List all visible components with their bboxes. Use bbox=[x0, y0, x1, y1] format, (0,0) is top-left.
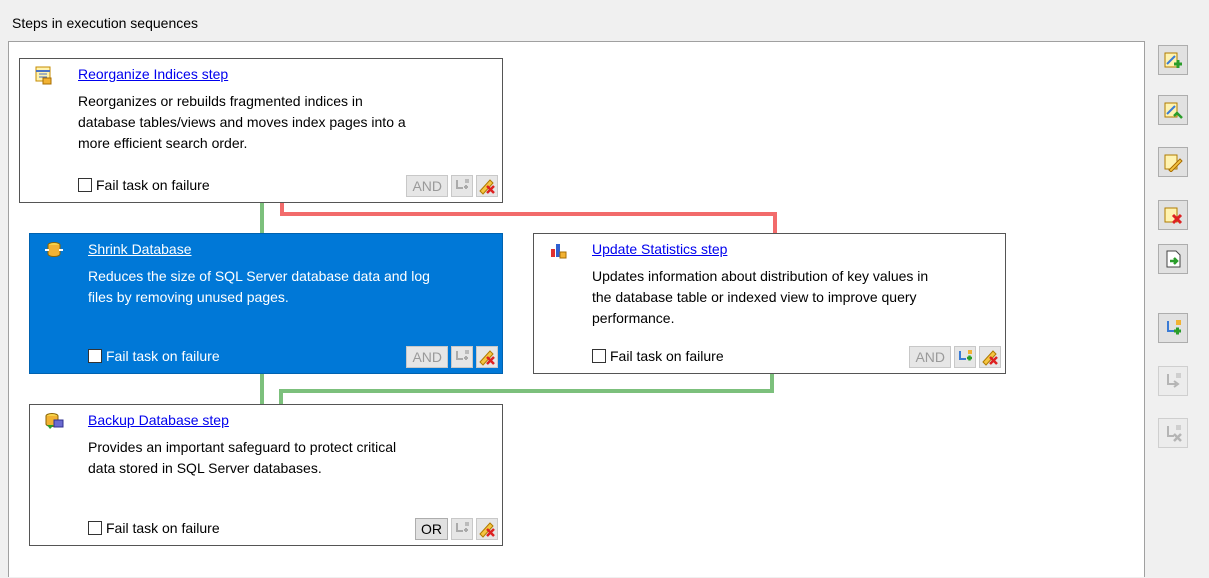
step-buttons: AND bbox=[406, 175, 498, 197]
fail-task-label: Fail task on failure bbox=[106, 348, 220, 364]
edit-step-icon bbox=[1164, 102, 1183, 119]
add-link-toolbar-button[interactable] bbox=[1158, 313, 1188, 343]
step-title-link[interactable]: Backup Database step bbox=[88, 412, 229, 428]
add-link-icon bbox=[1167, 320, 1181, 335]
delete-step-button[interactable] bbox=[979, 346, 1001, 368]
step-buttons: OR bbox=[415, 518, 498, 540]
edit-step-button[interactable] bbox=[1158, 95, 1188, 125]
delete-step-icon bbox=[479, 350, 495, 366]
step-description: Provides an important safeguard to prote… bbox=[88, 439, 397, 476]
delete-link-button[interactable] bbox=[1158, 418, 1188, 448]
fail-task-checkbox[interactable]: Fail task on failure bbox=[88, 348, 220, 364]
export-step-button[interactable] bbox=[1158, 244, 1188, 274]
fail-task-label: Fail task on failure bbox=[96, 177, 210, 193]
step-buttons: AND bbox=[406, 346, 498, 368]
delete-step-icon bbox=[982, 350, 998, 366]
modify-step-button[interactable] bbox=[1158, 147, 1188, 177]
fail-task-checkbox[interactable]: Fail task on failure bbox=[78, 177, 210, 193]
delete-link-icon bbox=[1167, 425, 1182, 442]
fail-task-label: Fail task on failure bbox=[106, 520, 220, 536]
checkbox-box[interactable] bbox=[88, 521, 102, 535]
add-link-icon bbox=[456, 179, 469, 189]
delete-step-button[interactable] bbox=[476, 346, 498, 368]
fail-task-label: Fail task on failure bbox=[610, 348, 724, 364]
add-link-icon bbox=[456, 350, 469, 360]
delete-step-button[interactable] bbox=[476, 175, 498, 197]
checkbox-box[interactable] bbox=[88, 349, 102, 363]
step-card-reorganize-indices[interactable]: Reorganize Indices step Reorganizes or r… bbox=[19, 58, 503, 203]
delete-step-button[interactable] bbox=[476, 518, 498, 540]
step-card-update-statistics[interactable]: Update Statistics step Updates informati… bbox=[533, 233, 1006, 374]
step-description: Reorganizes or rebuilds fragmented indic… bbox=[78, 93, 406, 151]
checkbox-box[interactable] bbox=[78, 178, 92, 192]
add-link-icon bbox=[959, 350, 972, 361]
step-description: Reduces the size of SQL Server database … bbox=[88, 268, 430, 305]
step-title-link[interactable]: Update Statistics step bbox=[592, 241, 727, 257]
reroute-link-icon bbox=[1167, 373, 1181, 388]
step-card-shrink-database[interactable]: Shrink Database Reduces the size of SQL … bbox=[29, 233, 503, 374]
delete-step-icon bbox=[479, 179, 495, 195]
add-step-icon bbox=[1164, 52, 1182, 68]
step-buttons: AND bbox=[909, 346, 1001, 368]
add-link-button[interactable] bbox=[451, 175, 473, 197]
delete-step-icon bbox=[1164, 207, 1183, 225]
step-description: Updates information about distribution o… bbox=[592, 268, 929, 326]
connector-success-3 bbox=[279, 372, 774, 405]
add-step-button[interactable] bbox=[1158, 45, 1188, 75]
delete-step-icon bbox=[479, 522, 495, 538]
checkbox-box[interactable] bbox=[592, 349, 606, 363]
logic-operator-button[interactable]: AND bbox=[406, 346, 448, 368]
delete-step-toolbar-button[interactable] bbox=[1158, 200, 1188, 230]
fail-task-checkbox[interactable]: Fail task on failure bbox=[592, 348, 724, 364]
logic-operator-button[interactable]: OR bbox=[415, 518, 448, 540]
add-link-button[interactable] bbox=[451, 346, 473, 368]
logic-operator-button[interactable]: AND bbox=[406, 175, 448, 197]
backup-database-icon bbox=[45, 413, 64, 429]
connector-failure-1 bbox=[280, 202, 777, 234]
fail-task-checkbox[interactable]: Fail task on failure bbox=[88, 520, 220, 536]
reorganize-indices-icon bbox=[35, 66, 52, 85]
group-title: Steps in execution sequences bbox=[12, 15, 199, 31]
step-card-backup-database[interactable]: Backup Database step Provides an importa… bbox=[29, 404, 503, 546]
update-statistics-icon bbox=[551, 244, 567, 259]
export-step-icon bbox=[1166, 250, 1181, 268]
modify-step-icon bbox=[1164, 154, 1183, 172]
steps-canvas[interactable]: Reorganize Indices step Reorganizes or r… bbox=[8, 41, 1145, 577]
add-link-button[interactable] bbox=[451, 518, 473, 540]
shrink-database-icon bbox=[45, 242, 63, 258]
step-title-link[interactable]: Shrink Database bbox=[88, 241, 192, 257]
add-link-button[interactable] bbox=[954, 346, 976, 368]
reroute-link-button[interactable] bbox=[1158, 366, 1188, 396]
add-link-icon bbox=[456, 522, 469, 532]
logic-operator-button[interactable]: AND bbox=[909, 346, 951, 368]
step-title-link[interactable]: Reorganize Indices step bbox=[78, 66, 228, 82]
